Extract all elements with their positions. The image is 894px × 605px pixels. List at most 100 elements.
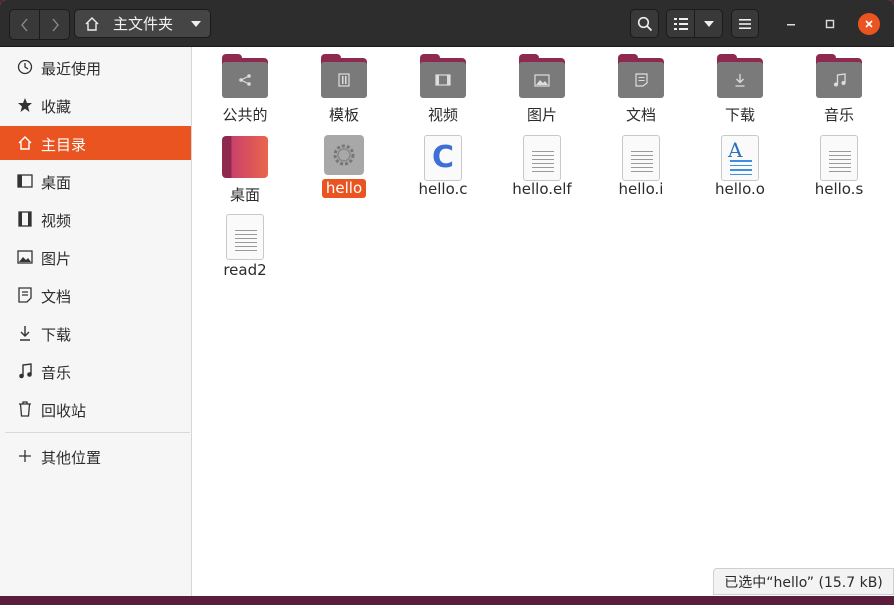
template-icon [338,73,350,87]
folder-icon [222,54,268,98]
sidebar-divider [5,432,190,433]
text-file-icon [820,135,858,181]
folder-icon [816,54,862,98]
file-item-hello-s[interactable]: hello.s [793,135,885,205]
view-toggle-group [666,9,723,38]
list-view-button[interactable] [667,10,694,37]
c-source-glyph: C [431,140,455,175]
trash-icon [17,401,33,417]
hamburger-menu-icon [739,18,751,29]
image-icon [17,249,33,265]
search-button[interactable] [630,9,659,38]
navigation-buttons [9,9,70,40]
sidebar-item-label: 回收站 [41,402,87,420]
sidebar-item-desktop[interactable]: 桌面 [0,164,191,198]
file-name: 视频 [427,106,458,124]
sidebar-item-label: 文档 [41,288,72,306]
file-name: hello.c [418,180,468,198]
file-name: 文档 [625,106,656,124]
sidebar-item-pictures[interactable]: 图片 [0,240,191,274]
download-icon [17,325,33,341]
gear-icon [324,135,364,175]
sidebar-item-label: 视频 [41,212,72,230]
sidebar-item-other-locations[interactable]: 其他位置 [0,439,191,473]
chevron-right-icon [52,18,59,31]
text-file-icon [622,135,660,181]
sidebar-item-recent[interactable]: 最近使用 [0,50,191,84]
file-name: hello.o [715,180,765,198]
sidebar-item-downloads[interactable]: 下载 [0,316,191,350]
file-name: 桌面 [229,186,260,204]
file-name: hello.i [618,180,664,198]
sidebar-item-label: 最近使用 [41,60,102,78]
folder-icon [618,54,664,98]
c-source-icon: C [424,135,462,181]
close-icon [865,20,873,28]
maximize-button[interactable] [819,13,841,35]
sidebar-item-documents[interactable]: 文档 [0,278,191,312]
home-icon [17,135,33,151]
sidebar-item-music[interactable]: 音乐 [0,354,191,388]
document-icon [634,73,648,87]
file-name: hello.elf [512,180,572,198]
film-icon [17,211,33,227]
view-options-button[interactable] [694,10,722,37]
file-item-documents-folder[interactable]: 文档 [595,54,687,124]
file-item-downloads-folder[interactable]: 下载 [694,54,786,124]
sidebar-item-starred[interactable]: 收藏 [0,88,191,122]
minimize-icon [787,24,795,26]
file-item-music-folder[interactable]: 音乐 [793,54,885,124]
image-icon [534,73,550,87]
file-item-read2[interactable]: read2 [199,214,291,284]
folder-icon [519,54,565,98]
file-item-videos-folder[interactable]: 视频 [397,54,489,124]
forward-button[interactable] [39,10,69,39]
file-name: read2 [223,261,267,279]
menu-button[interactable] [731,9,759,38]
plus-icon [17,448,33,464]
file-item-templates-folder[interactable]: 模板 [298,54,390,124]
folder-icon [420,54,466,98]
object-file-icon: A [721,135,759,181]
file-item-hello-o[interactable]: A hello.o [694,135,786,205]
file-item-hello-c[interactable]: C hello.c [397,135,489,205]
file-name: 公共的 [222,106,268,124]
sidebar-item-label: 音乐 [41,364,72,382]
file-item-hello-executable[interactable]: hello [298,135,390,205]
clock-icon [17,59,33,75]
file-name: 模板 [328,106,359,124]
sidebar-item-videos[interactable]: 视频 [0,202,191,236]
file-item-hello-i[interactable]: hello.i [595,135,687,205]
search-icon [637,16,652,31]
list-view-icon [673,17,688,30]
folder-icon [717,54,763,98]
file-item-public-folder[interactable]: 公共的 [199,54,291,124]
path-bar-home-button[interactable]: 主文件夹 [74,9,211,38]
selection-status: 已选中“hello” (15.7 kB) [713,568,894,595]
chevron-down-icon [703,20,714,27]
back-button[interactable] [10,10,39,39]
file-item-hello-elf[interactable]: hello.elf [496,135,588,205]
object-file-glyph: A [728,138,743,162]
sidebar-item-label: 图片 [41,250,72,268]
sidebar-item-label: 主目录 [41,136,87,154]
sidebar-item-trash[interactable]: 回收站 [0,392,191,426]
desktop-folder-icon [222,136,268,178]
file-item-pictures-folder[interactable]: 图片 [496,54,588,124]
maximize-icon [825,19,835,29]
sidebar: 最近使用 收藏 主目录 桌面 视频 图片 文档 下载 音乐 回收站 其他位置 [0,47,192,596]
header-bar: 主文件夹 [0,0,894,47]
sidebar-item-label: 下载 [41,326,72,344]
close-button[interactable] [858,13,880,35]
chevron-left-icon [20,18,27,31]
file-name-selected: hello [321,179,367,198]
sidebar-item-label: 其他位置 [41,449,102,467]
folder-icon [321,54,367,98]
path-bar-label: 主文件夹 [113,15,174,33]
sidebar-item-home[interactable]: 主目录 [0,126,191,160]
file-manager-window: 主文件夹 最近使用 收藏 主目录 桌面 视频 图片 文档 下载 音乐 回收站 其… [0,0,894,596]
file-name: 音乐 [823,106,854,124]
minimize-button[interactable] [780,13,802,35]
file-name: 图片 [526,106,557,124]
file-item-desktop-folder[interactable]: 桌面 [199,135,291,205]
